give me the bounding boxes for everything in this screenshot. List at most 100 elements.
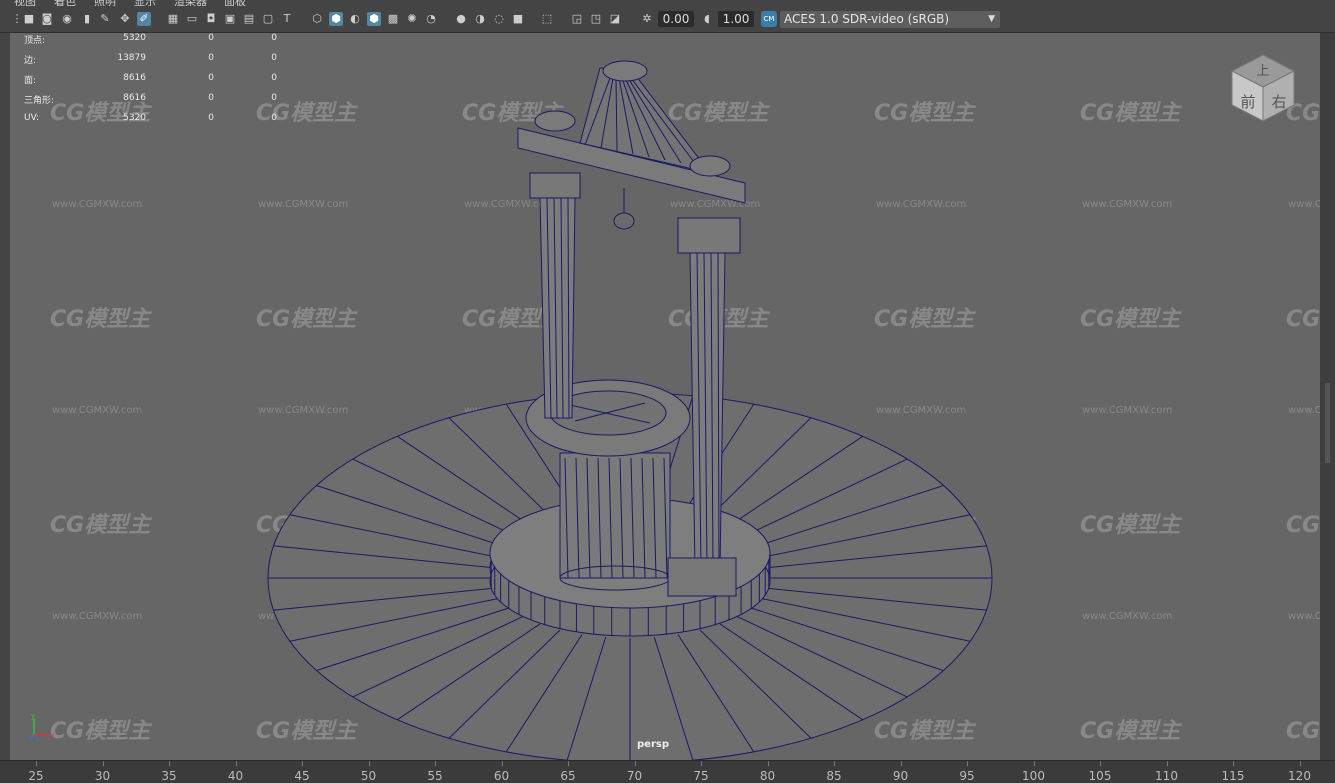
film-gate-icon[interactable]: ▭ [185, 12, 199, 26]
color-management-label: ACES 1.0 SDR-video (sRGB) [784, 12, 950, 26]
vertical-scrollbar[interactable] [1320, 33, 1335, 760]
ambient-occlusion-icon[interactable]: ● [454, 12, 468, 26]
grease-pencil-icon[interactable]: ✥ [118, 12, 132, 26]
ruler-tick-label: 75 [693, 769, 709, 783]
pillar-right [689, 252, 726, 569]
ruler-mark [368, 761, 370, 766]
ruler-tick-label: 40 [227, 769, 244, 783]
ruler-tick-label: 30 [94, 769, 111, 783]
camera-attributes-icon[interactable]: ◙ [40, 12, 54, 26]
camera-select-icon[interactable]: ■ [22, 12, 36, 26]
anti-aliasing-icon[interactable]: ◌ [492, 12, 506, 26]
ruler-mark [1233, 761, 1234, 766]
ruler-mark [568, 761, 569, 766]
pillar-capital-right [677, 217, 741, 254]
ruler-tick-label: 35 [161, 769, 177, 783]
grease-pencil-toggle-icon[interactable]: ✐ [137, 12, 151, 26]
pillar-base-right [667, 557, 737, 597]
viewcube-top-label[interactable]: 上 [1256, 64, 1269, 79]
wireframe-icon[interactable]: ⬡ [310, 12, 324, 26]
smooth-shade-icon[interactable]: ⬢ [329, 12, 343, 26]
viewcube-front-label[interactable]: 前 [1240, 93, 1255, 111]
color-management-dropdown[interactable]: ACES 1.0 SDR-video (sRGB) ▼ [780, 11, 1000, 28]
grid-icon[interactable]: ▦ [166, 12, 180, 26]
hud-label: 边: [24, 56, 37, 66]
ruler-tick-label: 80 [759, 769, 776, 783]
lights-icon[interactable]: ✺ [405, 12, 419, 26]
xray-joints-icon[interactable]: ◳ [589, 12, 603, 26]
ruler-mark [235, 761, 237, 766]
arch-scroll-right [689, 155, 731, 177]
bucket [613, 212, 635, 230]
hud-value: 8616 [123, 93, 146, 103]
default-material-icon[interactable]: ◐ [348, 12, 362, 26]
exposure-icon[interactable]: ✲ [640, 12, 654, 26]
hud-value: 0 [208, 53, 214, 63]
ruler-mark [701, 761, 702, 766]
view-transform-icon[interactable]: CM [761, 11, 777, 27]
hud-row: 边: 13879 0 0 [24, 53, 284, 66]
2d-pan-zoom-icon[interactable]: ✎ [98, 12, 112, 26]
image-plane-icon[interactable]: ▮ [80, 12, 94, 26]
field-chart-icon[interactable]: ▤ [242, 12, 256, 26]
hud-value: 0 [208, 73, 214, 83]
well-wireframe-model [267, 60, 993, 760]
shadows-icon[interactable]: ◔ [424, 12, 438, 26]
viewcube[interactable]: 上 前 右 [1228, 53, 1298, 123]
hud-row: 顶点: 5320 0 0 [24, 33, 284, 46]
scrollbar-handle[interactable] [1325, 383, 1330, 463]
gate-mask-icon[interactable]: ▣ [223, 12, 237, 26]
safe-action-icon[interactable]: ▢ [261, 12, 275, 26]
camera-name-label: persp [637, 739, 669, 750]
hud-label: UV: [24, 113, 40, 123]
ruler-tick-label: 115 [1221, 769, 1245, 783]
axis-gizmo: y x z [29, 712, 54, 741]
exposure-field[interactable]: 0.00 [658, 11, 694, 27]
hud-value: 5320 [123, 113, 146, 123]
ruler-mark [900, 761, 902, 766]
time-slider-ruler[interactable]: 25 30 35 40 45 50 55 60 65 70 75 80 85 90 95 100 105 110 1… [0, 760, 1335, 783]
wireframe-on-shaded-icon[interactable]: ⬢ [367, 12, 381, 26]
ruler-tick-label: 50 [360, 769, 377, 783]
depth-of-field-icon[interactable]: ■ [511, 12, 525, 26]
hud-label: 面: [24, 76, 37, 86]
viewcube-right-label[interactable]: 右 [1271, 93, 1286, 111]
hud-row: 面: 8616 0 0 [24, 73, 284, 86]
xray-components-icon[interactable]: ◪ [608, 12, 622, 26]
ruler-mark [102, 761, 104, 766]
hud-value: 13879 [117, 53, 146, 63]
hud-label: 三角形: [24, 96, 55, 106]
hud-row: 三角形: 8616 0 0 [24, 93, 284, 106]
safe-title-icon[interactable]: T [280, 12, 294, 26]
hud-row: UV: 5320 0 0 [24, 113, 284, 125]
hud-value: 0 [271, 73, 277, 83]
textured-icon[interactable]: ▩ [386, 12, 400, 26]
bookmark-icon[interactable]: ◉ [60, 12, 74, 26]
isolate-select-icon[interactable]: ⬚ [540, 12, 554, 26]
ruler-tick-label: 105 [1088, 769, 1112, 783]
axis-z-label: z [36, 735, 40, 741]
ruler-mark [435, 761, 436, 766]
motion-blur-icon[interactable]: ◑ [473, 12, 487, 26]
ruler-tick-label: 100 [1022, 769, 1045, 783]
left-panel-strip [0, 33, 10, 760]
ruler-mark [1100, 761, 1101, 766]
pillar-capital-left [529, 172, 581, 199]
xray-icon[interactable]: ◲ [570, 12, 584, 26]
gamma-icon[interactable]: ◖ [700, 12, 714, 26]
hud-value: 0 [271, 53, 277, 63]
hud-value: 0 [271, 93, 277, 103]
axis-y-label: y [31, 712, 35, 720]
ruler-mark [967, 761, 968, 766]
panel-toolbar: ⋮ ■ ◙ ◉ ▮ ✎ ✥ ✐ ▦ ▭ ◘ ▣ ▤ ▢ T ⬡ ⬢ ◐ ⬢ ▩ … [0, 6, 1335, 33]
hud-value: 0 [208, 33, 214, 43]
ruler-tick-label: 55 [427, 769, 443, 783]
ruler-mark [302, 761, 303, 766]
gamma-field[interactable]: 1.00 [718, 11, 754, 27]
hud-value: 0 [208, 93, 214, 103]
resolution-gate-icon[interactable]: ◘ [204, 12, 218, 26]
ruler-mark [169, 761, 170, 766]
ruler-tick-label: 120 [1288, 769, 1311, 783]
perspective-viewport[interactable]: CG模型主CG模型主CG模型主CG模型主CG模型主CG模型主CG模型主CG模型主… [10, 33, 1320, 760]
hud-label: 顶点: [24, 36, 46, 46]
